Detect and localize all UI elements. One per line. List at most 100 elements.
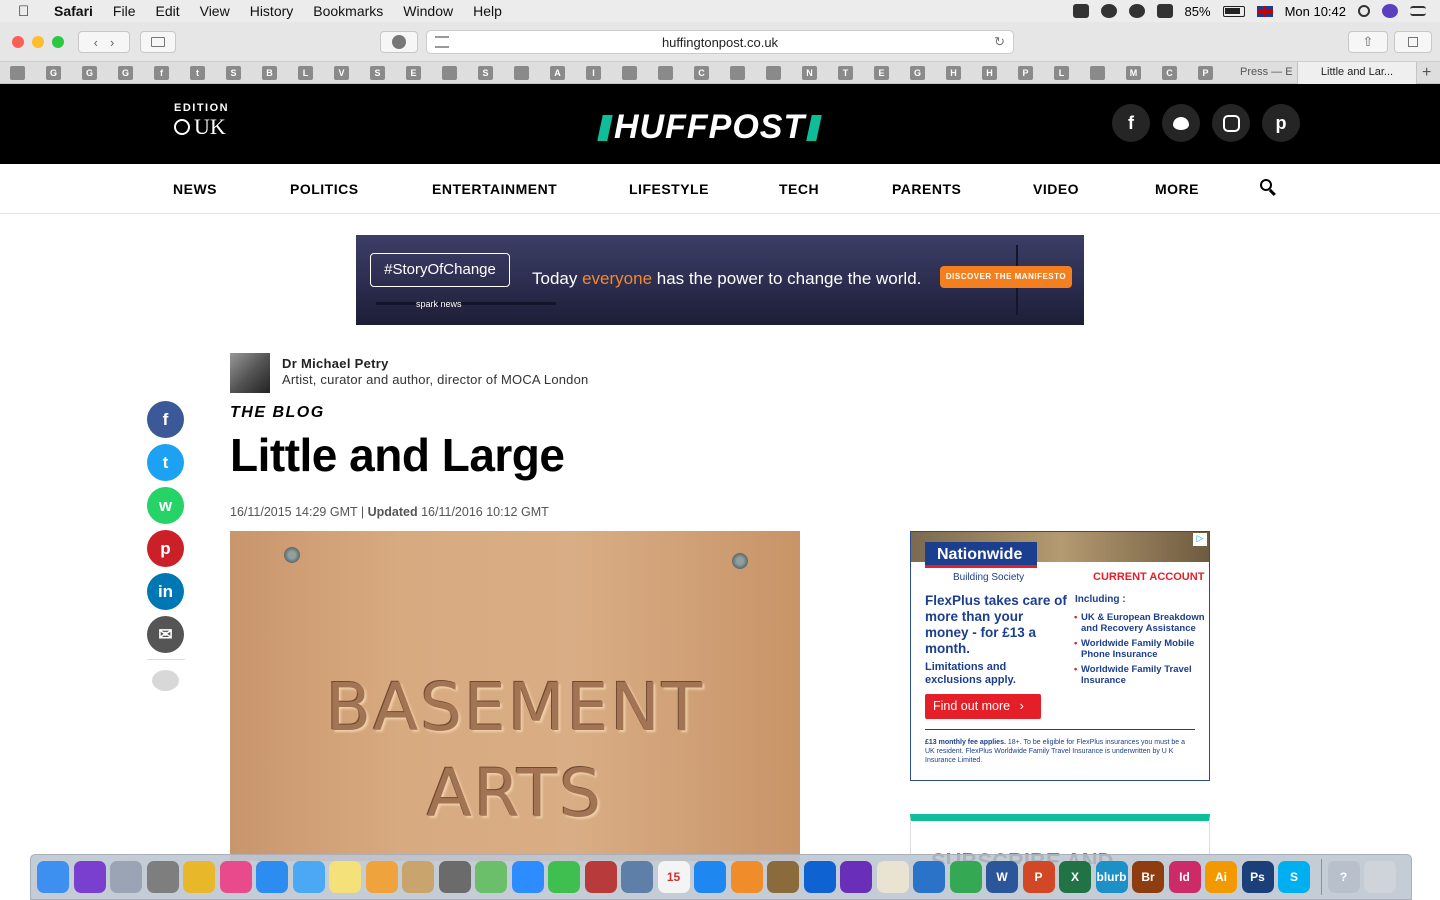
garageband-icon[interactable] <box>767 861 799 893</box>
facebook-share-button[interactable]: f <box>147 401 184 438</box>
search-icon[interactable] <box>1260 179 1276 196</box>
share-button[interactable]: ⇧ <box>1348 31 1388 53</box>
favorite-icon[interactable]: G <box>82 65 97 80</box>
nav-parents[interactable]: PARENTS <box>892 181 961 197</box>
menu-bookmarks[interactable]: Bookmarks <box>313 3 383 19</box>
preview-icon[interactable] <box>621 861 653 893</box>
tab-little-and-large[interactable]: Little and Lar... <box>1297 62 1417 84</box>
indesign-icon[interactable]: Id <box>1168 861 1201 893</box>
minimize-window-button[interactable] <box>32 36 44 48</box>
forward-icon[interactable]: › <box>110 35 114 50</box>
skype-icon[interactable]: S <box>1278 861 1310 893</box>
nav-politics[interactable]: POLITICS <box>290 181 359 197</box>
pinterest-extension-button[interactable] <box>380 31 418 53</box>
whatsapp-share-button[interactable]: w <box>147 487 184 524</box>
back-forward-buttons[interactable]: ‹ › <box>78 31 130 53</box>
favorite-icon[interactable]: C <box>694 65 709 80</box>
finder-icon[interactable] <box>37 861 69 893</box>
favorite-icon[interactable] <box>10 65 25 80</box>
calendar-icon[interactable]: 15 <box>657 861 690 893</box>
excel-icon[interactable]: X <box>1059 861 1091 893</box>
favorite-icon[interactable]: C <box>1162 65 1177 80</box>
favorite-icon[interactable]: G <box>118 65 133 80</box>
trash-icon[interactable] <box>1364 861 1396 893</box>
blurb-icon[interactable]: blurb <box>1095 861 1128 893</box>
favorite-icon[interactable]: S <box>478 65 493 80</box>
url-text[interactable]: huffingtonpost.co.uk <box>662 35 778 50</box>
keynote-icon[interactable] <box>913 861 945 893</box>
author-avatar[interactable] <box>230 353 270 393</box>
section-label[interactable]: THE BLOG <box>230 404 325 422</box>
instagram-header-button[interactable] <box>1212 104 1250 142</box>
close-window-button[interactable] <box>12 36 24 48</box>
favorite-icon[interactable]: M <box>1126 65 1141 80</box>
itunes-icon[interactable] <box>219 861 252 893</box>
notification-center-icon[interactable] <box>1410 6 1426 16</box>
tab-press[interactable]: Press — E <box>1240 62 1296 84</box>
favorite-icon[interactable]: T <box>838 65 853 80</box>
favorite-icon[interactable]: V <box>334 65 349 80</box>
menu-file[interactable]: File <box>113 3 136 19</box>
menu-view[interactable]: View <box>200 3 230 19</box>
messages-icon[interactable] <box>292 861 325 893</box>
favorite-icon[interactable]: G <box>910 65 925 80</box>
help-icon[interactable]: ? <box>1327 861 1360 893</box>
favorite-icon[interactable]: B <box>262 65 277 80</box>
favorite-icon[interactable]: L <box>1054 65 1069 80</box>
notes-icon[interactable] <box>329 861 361 893</box>
reader-view-icon[interactable] <box>435 36 449 48</box>
favorite-icon[interactable]: P <box>1018 65 1033 80</box>
sidebar-toggle-button[interactable] <box>140 31 176 53</box>
favorite-icon[interactable] <box>730 65 745 80</box>
favorite-icon[interactable]: G <box>46 65 61 80</box>
siri-icon[interactable] <box>1382 4 1398 18</box>
back-icon[interactable]: ‹ <box>94 35 98 50</box>
word-icon[interactable]: W <box>986 861 1018 893</box>
ibooks-icon[interactable] <box>730 861 763 893</box>
facebook-header-button[interactable]: f <box>1112 104 1150 142</box>
sidebar-ad[interactable]: Nationwide ▷ Building Society CURRENT AC… <box>910 531 1210 781</box>
menu-history[interactable]: History <box>250 3 294 19</box>
comment-icon[interactable] <box>152 670 179 691</box>
system-preferences-icon[interactable] <box>146 861 179 893</box>
menu-edit[interactable]: Edit <box>155 3 179 19</box>
zoom-icon[interactable] <box>511 861 544 893</box>
favorite-icon[interactable]: E <box>874 65 889 80</box>
imovie-icon[interactable] <box>840 861 872 893</box>
favorite-icon[interactable] <box>442 65 457 80</box>
menu-bar-clock[interactable]: Mon 10:42 <box>1285 4 1346 19</box>
banner-ad[interactable]: #StoryOfChange spark news Today everyone… <box>356 235 1084 325</box>
battery-icon[interactable] <box>1222 5 1245 17</box>
nav-more[interactable]: MORE <box>1155 181 1199 197</box>
skype-tray-icon[interactable] <box>1100 4 1117 18</box>
favorite-icon[interactable]: P <box>1198 65 1213 80</box>
numbers-icon[interactable] <box>949 861 982 893</box>
photo-booth-icon[interactable] <box>584 861 617 893</box>
pinterest-header-button[interactable]: p <box>1262 104 1300 142</box>
ad-cta-button[interactable]: DISCOVER THE MANIFESTO <box>940 266 1072 288</box>
apple-icon[interactable]:  <box>18 3 38 20</box>
favorite-icon[interactable] <box>766 65 781 80</box>
calculator-icon[interactable] <box>438 861 471 893</box>
siri-icon[interactable] <box>73 861 106 893</box>
menu-window[interactable]: Window <box>403 3 453 19</box>
time-machine-icon[interactable] <box>1128 4 1145 18</box>
zoom-window-button[interactable] <box>52 36 64 48</box>
spotlight-icon[interactable] <box>1358 5 1370 17</box>
edition-selector[interactable]: EDITION UK <box>174 102 229 140</box>
textedit-icon[interactable] <box>876 861 909 893</box>
launchpad-icon[interactable] <box>110 861 142 893</box>
pinterest-share-button[interactable]: p <box>147 530 184 567</box>
favorite-icon[interactable]: H <box>982 65 997 80</box>
facetime-icon[interactable] <box>548 861 580 893</box>
dropbox-icon[interactable] <box>803 861 836 893</box>
adchoices-icon[interactable]: ▷ <box>1193 533 1207 546</box>
illustrator-icon[interactable]: Ai <box>1205 861 1237 893</box>
chrome-icon[interactable] <box>183 861 215 893</box>
nav-entertainment[interactable]: ENTERTAINMENT <box>432 181 557 197</box>
favorite-icon[interactable]: A <box>550 65 565 80</box>
huffpost-logo[interactable]: HUFFPOST <box>597 108 822 147</box>
author-name[interactable]: Dr Michael Petry <box>282 356 389 371</box>
contacts-icon[interactable] <box>402 861 434 893</box>
favorite-icon[interactable] <box>658 65 673 80</box>
